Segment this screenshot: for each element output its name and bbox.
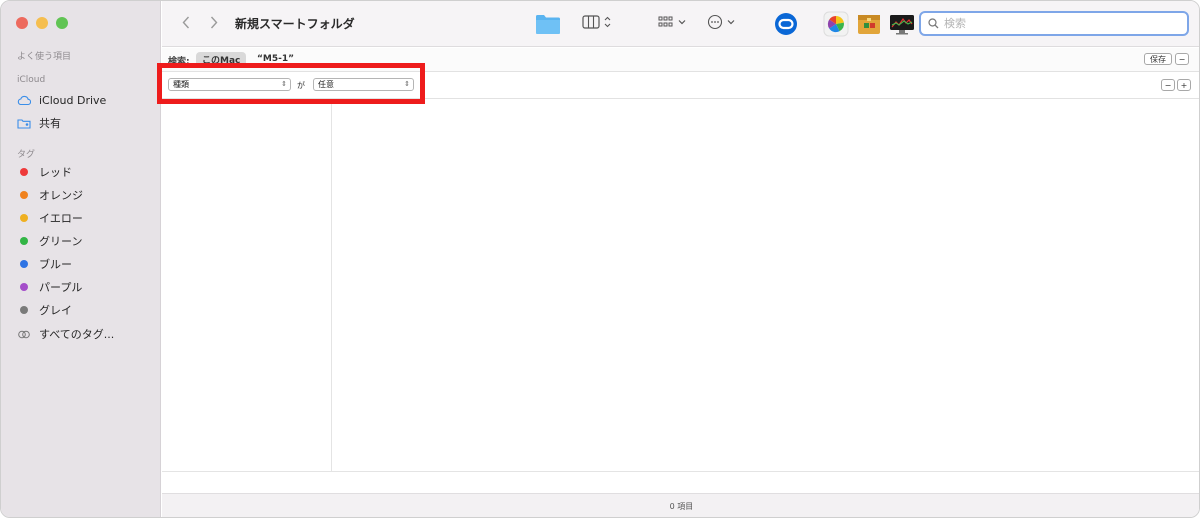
action-button[interactable] [707,11,739,37]
value-text: 任意 [318,80,334,89]
column-divider[interactable] [331,100,332,471]
sidebar-tag-green[interactable]: グリーン [17,232,153,250]
window-title: 新規スマートフォルダ [235,17,355,31]
sidebar-item-shared[interactable]: 共有 [17,114,153,132]
tag-all-icon [17,327,31,341]
add-criteria-button[interactable]: + [1177,79,1191,91]
sidebar-all-tags[interactable]: すべてのタグ... [17,325,153,343]
cloud-icon [17,93,31,107]
sidebar-tag-red[interactable]: レッド [17,163,153,181]
close-button[interactable] [16,17,28,29]
yellow-tag-dot-icon [20,214,28,222]
sidebar-tag-orange[interactable]: オレンジ [17,186,153,204]
group-grid-icon [657,14,689,34]
sidebar-item-label: レッド [39,166,72,179]
orange-tag-dot-icon [20,191,28,199]
value-popup[interactable]: 任意 ⇕ [313,78,414,91]
sidebar-tag-purple[interactable]: パープル [17,278,153,296]
scope-folder-button[interactable]: “M5-1” [257,54,294,64]
sidebar-item-label: すべてのタグ... [39,328,115,341]
window-controls [16,17,68,29]
column-view-icon [582,14,616,34]
results-divider [162,471,1199,472]
group-button[interactable] [657,11,689,37]
gray-tag-dot-icon [20,306,28,314]
purple-tag-dot-icon [20,283,28,291]
app-icon-color-wheel[interactable] [822,11,850,37]
chevron-right-icon [210,14,218,33]
sidebar-item-label: ブルー [39,258,72,271]
sidebar-tag-gray[interactable]: グレイ [17,301,153,319]
sidebar-item-label: グレイ [39,304,72,317]
green-tag-dot-icon [20,237,28,245]
popup-arrows-icon: ⇕ [404,80,410,88]
app-icon-archive[interactable] [855,11,883,37]
forward-button[interactable] [205,13,223,33]
chevron-left-icon [182,14,190,33]
sidebar-item-label: グリーン [39,235,83,248]
sidebar: よく使う項目 iCloud iCloud Drive 共有 タグ レッド オレン… [1,1,161,517]
blue-tag-dot-icon [20,260,28,268]
attribute-popup[interactable]: 種類 ⇕ [168,78,291,91]
sidebar-tag-blue[interactable]: ブルー [17,255,153,273]
sidebar-section-tags: タグ [17,150,36,160]
search-criteria-row: 種類 ⇕ が 任意 ⇕ − + [162,73,1199,99]
search-icon [928,14,939,33]
sidebar-section-favorites: よく使う項目 [17,52,72,62]
back-button[interactable] [177,13,195,33]
more-actions-icon [707,14,739,34]
popup-arrows-icon: ⇕ [281,80,287,88]
finder-window: よく使う項目 iCloud iCloud Drive 共有 タグ レッド オレン… [0,0,1200,518]
results-area [162,100,1199,471]
criteria-connector: が [297,81,305,90]
search-box[interactable] [919,11,1189,36]
scope-label: 検索: [168,57,190,67]
sidebar-item-label: iCloud Drive [39,93,107,107]
app-icon-blue-ring[interactable] [772,11,800,37]
save-button[interactable]: 保存 [1144,53,1172,65]
search-scope-bar: 検索: このMac “M5-1” 保存 − [162,48,1199,72]
column-view-button[interactable] [582,11,616,37]
folder-icon[interactable] [534,11,562,37]
remove-scope-button[interactable]: − [1175,53,1189,65]
red-tag-dot-icon [20,168,28,176]
toolbar: 新規スマートフォルダ [162,1,1199,47]
item-count: 0 項目 [669,502,694,511]
remove-criteria-button[interactable]: − [1161,79,1175,91]
shared-folder-icon [17,116,31,130]
minimize-button[interactable] [36,17,48,29]
sidebar-item-label: 共有 [39,117,61,130]
sidebar-item-label: イエロー [39,212,83,225]
attribute-value: 種類 [173,80,189,89]
zoom-button[interactable] [56,17,68,29]
status-bar: 0 項目 [162,493,1199,517]
sidebar-item-label: パープル [39,281,83,294]
app-icon-monitor[interactable] [888,11,916,37]
sidebar-item-label: オレンジ [39,189,83,202]
sidebar-tag-yellow[interactable]: イエロー [17,209,153,227]
sidebar-item-icloud-drive[interactable]: iCloud Drive [17,91,153,109]
search-input[interactable] [944,17,1174,30]
sidebar-section-icloud: iCloud [17,75,46,85]
scope-this-mac-button[interactable]: このMac [196,52,247,67]
